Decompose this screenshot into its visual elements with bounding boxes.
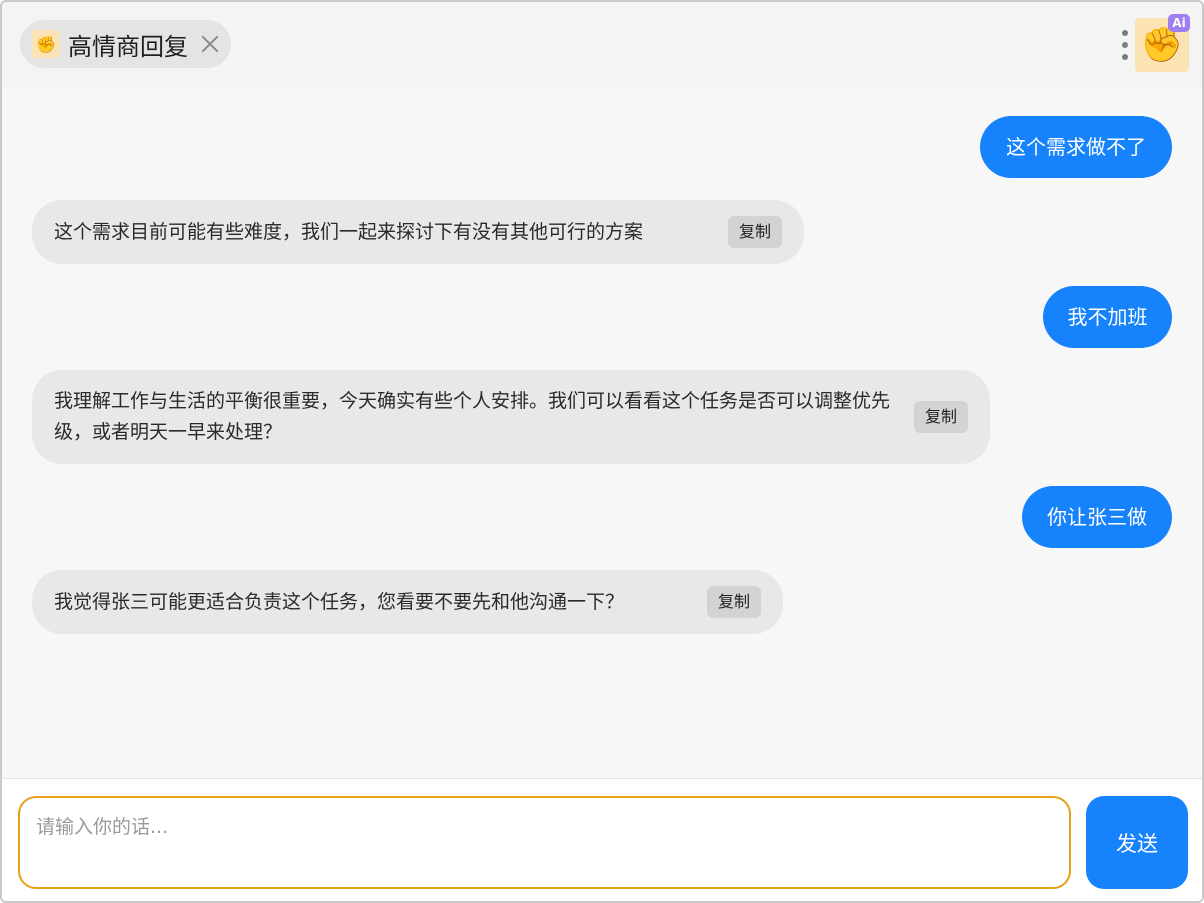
- bot-message: 我觉得张三可能更适合负责这个任务，您看要不要先和他沟通一下？ 复制: [32, 570, 783, 634]
- more-vertical-icon[interactable]: [1117, 26, 1133, 64]
- bot-message: 我理解工作与生活的平衡很重要，今天确实有些个人安排。我们可以看看这个任务是否可以…: [32, 370, 990, 464]
- copy-button[interactable]: 复制: [706, 586, 761, 618]
- bot-message: 这个需求目前可能有些难度，我们一起来探讨下有没有其他可行的方案 复制: [32, 200, 804, 264]
- chat-window: ✊ 高情商回复 ✊ Ai 这个需求做不了 这个需求目前可能有些难度，我们一起来探…: [0, 0, 1204, 903]
- header: ✊ 高情商回复 ✊ Ai: [2, 2, 1202, 88]
- copy-button[interactable]: 复制: [727, 216, 782, 248]
- ai-badge: Ai: [1168, 14, 1190, 32]
- copy-button[interactable]: 复制: [913, 401, 968, 433]
- app-tab[interactable]: ✊ 高情商回复: [20, 20, 231, 68]
- bot-message-text: 这个需求目前可能有些难度，我们一起来探讨下有没有其他可行的方案: [54, 220, 644, 243]
- input-area: 发送: [2, 778, 1202, 901]
- user-message: 这个需求做不了: [980, 116, 1172, 178]
- close-icon[interactable]: [198, 32, 222, 56]
- bot-message-text: 我觉得张三可能更适合负责这个任务，您看要不要先和他沟通一下？: [54, 590, 625, 613]
- send-button[interactable]: 发送: [1086, 796, 1188, 889]
- user-message: 我不加班: [1043, 286, 1172, 348]
- user-message: 你让张三做: [1022, 486, 1172, 548]
- raised-fist-icon: ✊: [32, 30, 60, 58]
- message-input[interactable]: [18, 796, 1071, 889]
- app-title: 高情商回复: [68, 32, 188, 61]
- bot-message-text: 我理解工作与生活的平衡很重要，今天确实有些个人安排。我们可以看看这个任务是否可以…: [54, 390, 891, 443]
